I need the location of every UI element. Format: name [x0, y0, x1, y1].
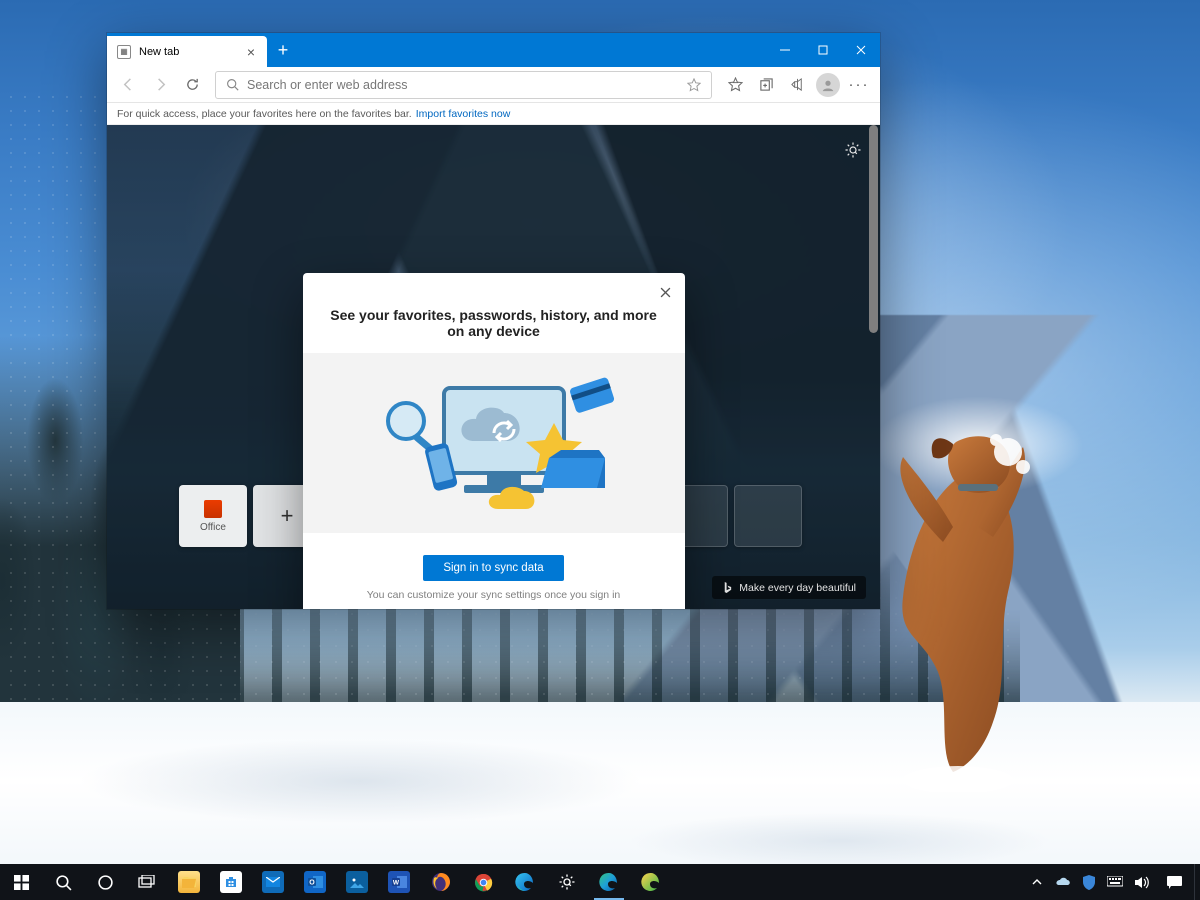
quick-links: Office +	[179, 485, 321, 547]
new-tab-button[interactable]: +	[267, 33, 299, 67]
chrome-taskbar-icon[interactable]	[462, 864, 504, 900]
task-view-button[interactable]	[126, 864, 168, 900]
edge-browser-window: ▦ New tab × + Search or enter web addres…	[107, 33, 880, 609]
sign-in-button[interactable]: Sign in to sync data	[423, 555, 563, 581]
sync-sign-in-modal: See your favorites, passwords, history, …	[303, 273, 685, 609]
browser-toolbar: Search or enter web address ···	[107, 67, 880, 103]
tab-close-icon[interactable]: ×	[245, 42, 257, 62]
microsoft-store-taskbar-icon[interactable]	[210, 864, 252, 900]
svg-text:W: W	[392, 880, 399, 887]
outlook-taskbar-icon[interactable]: O	[294, 864, 336, 900]
import-favorites-link[interactable]: Import favorites now	[416, 108, 511, 120]
read-aloud-button[interactable]	[782, 70, 812, 100]
cortana-button[interactable]	[84, 864, 126, 900]
edge-canary-taskbar-icon[interactable]	[630, 864, 672, 900]
titlebar: ▦ New tab × +	[107, 33, 880, 67]
window-minimize-button[interactable]	[766, 33, 804, 67]
mail-taskbar-icon[interactable]	[252, 864, 294, 900]
action-center-button[interactable]	[1154, 864, 1194, 900]
modal-illustration	[303, 353, 685, 533]
search-icon	[226, 78, 239, 91]
back-button[interactable]	[113, 70, 143, 100]
bing-tagline[interactable]: Make every day beautiful	[712, 576, 866, 599]
favorites-hint: For quick access, place your favorites h…	[117, 108, 412, 120]
tray-volume-icon[interactable]	[1128, 864, 1154, 900]
window-close-button[interactable]	[842, 33, 880, 67]
show-desktop-button[interactable]	[1194, 864, 1200, 900]
quick-link-placeholder[interactable]	[734, 485, 802, 547]
edge-taskbar-icon[interactable]	[588, 864, 630, 900]
office-icon	[204, 500, 222, 518]
address-bar[interactable]: Search or enter web address	[215, 71, 712, 99]
tab-title: New tab	[139, 46, 179, 58]
favorite-star-icon[interactable]	[687, 78, 701, 92]
profile-button[interactable]	[813, 70, 843, 100]
page-settings-button[interactable]	[844, 141, 862, 164]
tab-favicon: ▦	[117, 45, 131, 59]
tray-onedrive-icon[interactable]	[1050, 864, 1076, 900]
bing-icon	[722, 581, 733, 594]
new-tab-page: Office + Personalized news & more Make e…	[107, 125, 880, 609]
tray-security-icon[interactable]	[1076, 864, 1102, 900]
refresh-button[interactable]	[177, 70, 207, 100]
start-button[interactable]	[0, 864, 42, 900]
modal-title: See your favorites, passwords, history, …	[303, 307, 685, 353]
word-taskbar-icon[interactable]: W	[378, 864, 420, 900]
firefox-taskbar-icon[interactable]	[420, 864, 462, 900]
photos-taskbar-icon[interactable]	[336, 864, 378, 900]
edge-dev-taskbar-icon[interactable]	[504, 864, 546, 900]
collections-button[interactable]	[751, 70, 781, 100]
system-tray	[1024, 864, 1154, 900]
scrollbar-thumb[interactable]	[869, 125, 878, 333]
forward-button[interactable]	[145, 70, 175, 100]
quick-link-office[interactable]: Office	[179, 485, 247, 547]
favorites-bar: For quick access, place your favorites h…	[107, 103, 880, 125]
file-explorer-taskbar-icon[interactable]	[168, 864, 210, 900]
window-maximize-button[interactable]	[804, 33, 842, 67]
address-placeholder: Search or enter web address	[247, 78, 408, 92]
quick-link-label: Office	[200, 522, 226, 533]
modal-hint: You can customize your sync settings onc…	[303, 589, 685, 601]
favorites-button[interactable]	[720, 70, 750, 100]
modal-close-button[interactable]	[656, 281, 675, 307]
settings-taskbar-icon[interactable]	[546, 864, 588, 900]
more-menu-button[interactable]: ···	[844, 70, 874, 100]
svg-text:O: O	[309, 880, 315, 887]
tray-chevron-button[interactable]	[1024, 864, 1050, 900]
taskbar: O W	[0, 864, 1200, 900]
wallpaper-dog	[858, 422, 1068, 792]
tray-input-icon[interactable]	[1102, 864, 1128, 900]
browser-tab[interactable]: ▦ New tab ×	[107, 36, 267, 67]
taskbar-search-button[interactable]	[42, 864, 84, 900]
